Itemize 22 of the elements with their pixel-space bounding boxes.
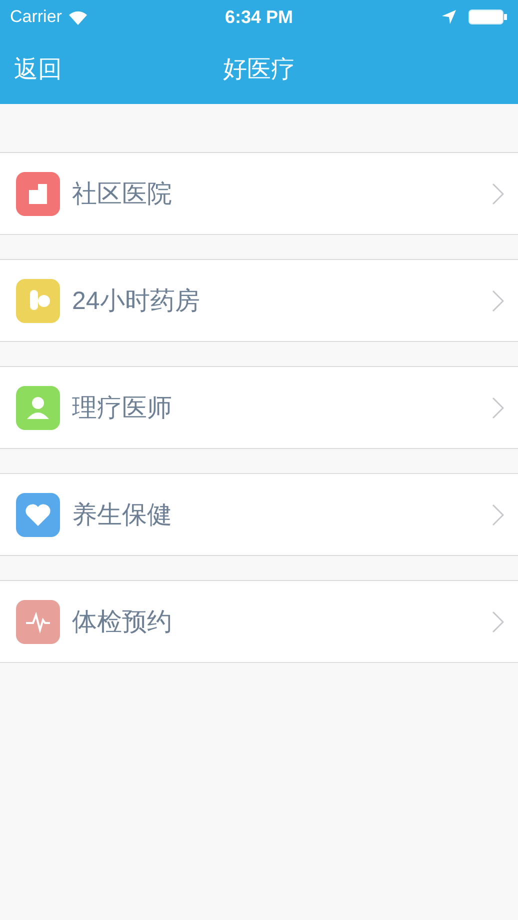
chevron-icon — [492, 290, 504, 312]
menu-label: 体检预约 — [72, 607, 173, 638]
menu-label: 养生保健 — [72, 500, 173, 531]
location-arrow-icon — [442, 10, 456, 24]
status-time: 6:34 PM — [224, 6, 294, 28]
menu-row[interactable]: 24小时药房 — [0, 259, 518, 342]
menu-label: 24小时药房 — [72, 286, 201, 317]
menu-row[interactable]: 体检预约 — [0, 580, 518, 663]
battery-icon — [468, 9, 508, 25]
chevron-icon — [492, 610, 504, 632]
wifi-icon — [68, 10, 88, 24]
menu-row[interactable]: 社区医院 — [0, 152, 518, 235]
carrier-label: Carrier — [10, 7, 62, 27]
menu-row[interactable]: 理疗医师 — [0, 366, 518, 449]
menu-label: 理疗医师 — [72, 393, 173, 424]
chevron-icon — [492, 396, 504, 418]
chevron-icon — [492, 182, 504, 204]
chevron-icon — [492, 504, 504, 526]
back-button[interactable]: 返回 — [14, 53, 62, 85]
menu-row[interactable]: 养生保健 — [0, 473, 518, 556]
menu-label: 社区医院 — [72, 179, 173, 210]
screen-title: 好医疗 — [223, 55, 295, 85]
